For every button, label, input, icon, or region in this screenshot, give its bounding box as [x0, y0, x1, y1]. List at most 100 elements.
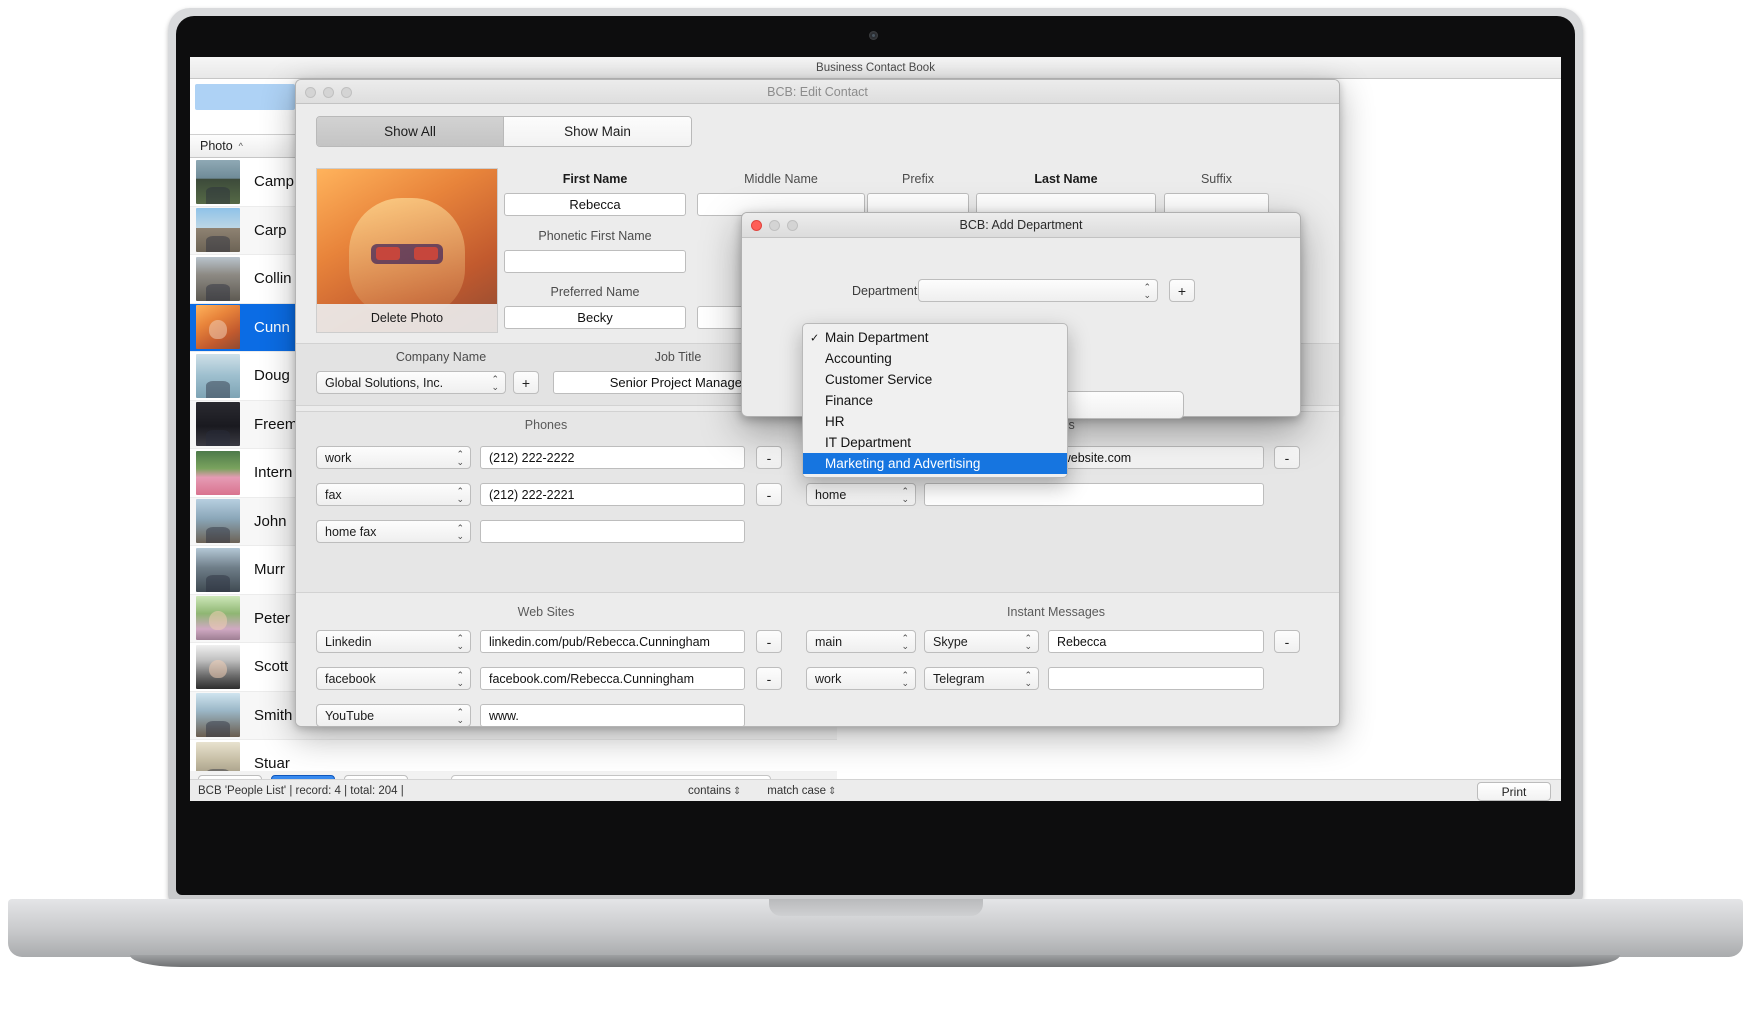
input-website-value[interactable]: facebook.com/Rebecca.Cunningham [480, 667, 745, 690]
print-button[interactable]: Print [1477, 782, 1551, 801]
contact-thumbnail [196, 353, 240, 398]
chevron-updown-icon: ⌃⌄ [491, 373, 499, 392]
list-item[interactable]: Stuar [190, 740, 837, 771]
input-phone-value[interactable]: (212) 222-2221 [480, 483, 745, 506]
label-middle-name: Middle Name [744, 172, 818, 186]
remove-im-button[interactable]: - [1274, 630, 1300, 653]
input-im-value[interactable] [1048, 667, 1264, 690]
webcam-icon [869, 31, 878, 40]
label-company-name: Company Name [395, 350, 487, 364]
select-phone-type[interactable]: fax ⌃ ⌄ [316, 483, 471, 506]
add-department-plus-button[interactable]: + [1169, 279, 1195, 302]
laptop-mockup: Business Contact Book Photo ^ Camp Carp … [0, 0, 1750, 1024]
chevron-updown-icon: ⌃⌄ [456, 485, 464, 504]
menu-item-marketing-and-advertising[interactable]: Marketing and Advertising [803, 453, 1067, 474]
label-prefix: Prefix [902, 172, 934, 186]
delete-photo-button[interactable]: Delete Photo [317, 304, 497, 332]
select-im-service[interactable]: Telegram ⌃ ⌄ [924, 667, 1039, 690]
zoom-icon[interactable] [341, 87, 352, 98]
contains-dropdown[interactable]: contains ⇕ [688, 785, 741, 797]
edit-contact-titlebar: BCB: Edit Contact [296, 80, 1339, 104]
minimize-icon[interactable] [769, 220, 780, 231]
select-company-name[interactable]: Global Solutions, Inc. ⌃ ⌄ [316, 371, 506, 394]
remove-email-button[interactable]: - [1274, 446, 1300, 469]
add-department-title: BCB: Add Department [959, 218, 1083, 232]
window-traffic-lights[interactable] [305, 87, 352, 98]
input-phone-value[interactable]: (212) 222-2222 [480, 446, 745, 469]
select-phone-type[interactable]: home fax ⌃ ⌄ [316, 520, 471, 543]
remove-website-button[interactable]: - [756, 630, 782, 653]
contact-name: Cunn [254, 318, 290, 336]
input-im-value[interactable]: Rebecca [1048, 630, 1264, 653]
add-company-button[interactable]: + [513, 371, 539, 394]
contact-name: Collin [254, 270, 292, 288]
remove-phone-button[interactable]: - [756, 446, 782, 469]
tab-show-main[interactable]: Show Main [504, 117, 691, 146]
input-preferred-name[interactable]: Becky [504, 306, 686, 329]
close-icon[interactable] [305, 87, 316, 98]
laptop-foot [130, 955, 1620, 967]
menu-item-finance[interactable]: Finance [803, 390, 1067, 411]
app-window-title: Business Contact Book [816, 61, 935, 74]
select-website-type[interactable]: Linkedin ⌃ ⌄ [316, 630, 471, 653]
add-department-titlebar: BCB: Add Department [742, 213, 1300, 238]
contact-thumbnail [196, 499, 240, 544]
contact-thumbnail [196, 547, 240, 592]
remove-phone-button[interactable]: - [756, 483, 782, 506]
chevron-updown-icon: ⇕ [732, 785, 742, 797]
chevron-updown-icon: ⌃⌄ [901, 485, 909, 504]
contact-thumbnail [196, 305, 240, 350]
minimize-icon[interactable] [323, 87, 334, 98]
column-label-photo: Photo [200, 139, 233, 153]
remove-website-button[interactable]: - [756, 667, 782, 690]
menu-item-hr[interactable]: HR [803, 411, 1067, 432]
select-department[interactable]: ⌃ ⌄ [918, 279, 1158, 302]
tab-show-all[interactable]: Show All [317, 117, 504, 146]
select-website-type[interactable]: YouTube ⌃ ⌄ [316, 704, 471, 726]
input-phonetic-first-name[interactable] [504, 250, 686, 273]
menu-item-it-department[interactable]: IT Department [803, 432, 1067, 453]
group-title-websites: Web Sites [517, 605, 575, 619]
chevron-updown-icon: ⌃⌄ [456, 522, 464, 541]
label-preferred-name: Preferred Name [550, 285, 640, 299]
menu-item-customer-service[interactable]: Customer Service [803, 369, 1067, 390]
contact-name: Peter [254, 609, 290, 627]
contact-name: Smith [254, 706, 293, 724]
status-filters: contains ⇕ match case ⇕ [688, 785, 836, 797]
chevron-updown-icon: ⌃⌄ [456, 448, 464, 467]
view-mode-segmented-control[interactable]: Show All Show Main [316, 116, 692, 147]
status-bar: BCB 'People List' | record: 4 | total: 2… [190, 779, 1561, 801]
select-phone-type[interactable]: work ⌃ ⌄ [316, 446, 471, 469]
menu-item-accounting[interactable]: Accounting [803, 348, 1067, 369]
zoom-icon[interactable] [787, 220, 798, 231]
close-icon[interactable] [751, 220, 762, 231]
contact-photo[interactable]: Delete Photo [316, 168, 498, 333]
contact-thumbnail [196, 693, 240, 738]
chevron-updown-icon: ⌃⌄ [901, 632, 909, 651]
input-website-value[interactable]: www. [480, 704, 745, 726]
list-highlight-bar [195, 84, 295, 110]
screen-content: Business Contact Book Photo ^ Camp Carp … [190, 57, 1561, 801]
match-case-dropdown[interactable]: match case ⇕ [767, 785, 836, 797]
group-title-phones: Phones [524, 418, 568, 432]
select-im-type[interactable]: main ⌃ ⌄ [806, 630, 916, 653]
select-im-service[interactable]: Skype ⌃ ⌄ [924, 630, 1039, 653]
column-header-photo[interactable]: Photo ^ [190, 135, 310, 157]
department-dropdown-menu[interactable]: ✓ Main Department Accounting Customer Se… [802, 323, 1068, 478]
contact-name: Murr [254, 561, 285, 579]
select-email-type[interactable]: home ⌃ ⌄ [806, 483, 916, 506]
sort-ascending-icon: ^ [238, 141, 243, 151]
window-traffic-lights[interactable] [751, 220, 798, 231]
contact-name: Intern [254, 464, 293, 482]
label-department: Department [852, 284, 918, 298]
input-first-name[interactable]: Rebecca [504, 193, 686, 216]
menu-item-main-department[interactable]: ✓ Main Department [803, 327, 1067, 348]
select-im-type[interactable]: work ⌃ ⌄ [806, 667, 916, 690]
label-suffix: Suffix [1200, 172, 1233, 186]
select-website-type[interactable]: facebook ⌃ ⌄ [316, 667, 471, 690]
laptop-base [8, 899, 1743, 957]
chevron-updown-icon: ⇕ [828, 785, 837, 797]
input-email-value[interactable] [924, 483, 1264, 506]
input-phone-value[interactable] [480, 520, 745, 543]
input-website-value[interactable]: linkedin.com/pub/Rebecca.Cunningham [480, 630, 745, 653]
